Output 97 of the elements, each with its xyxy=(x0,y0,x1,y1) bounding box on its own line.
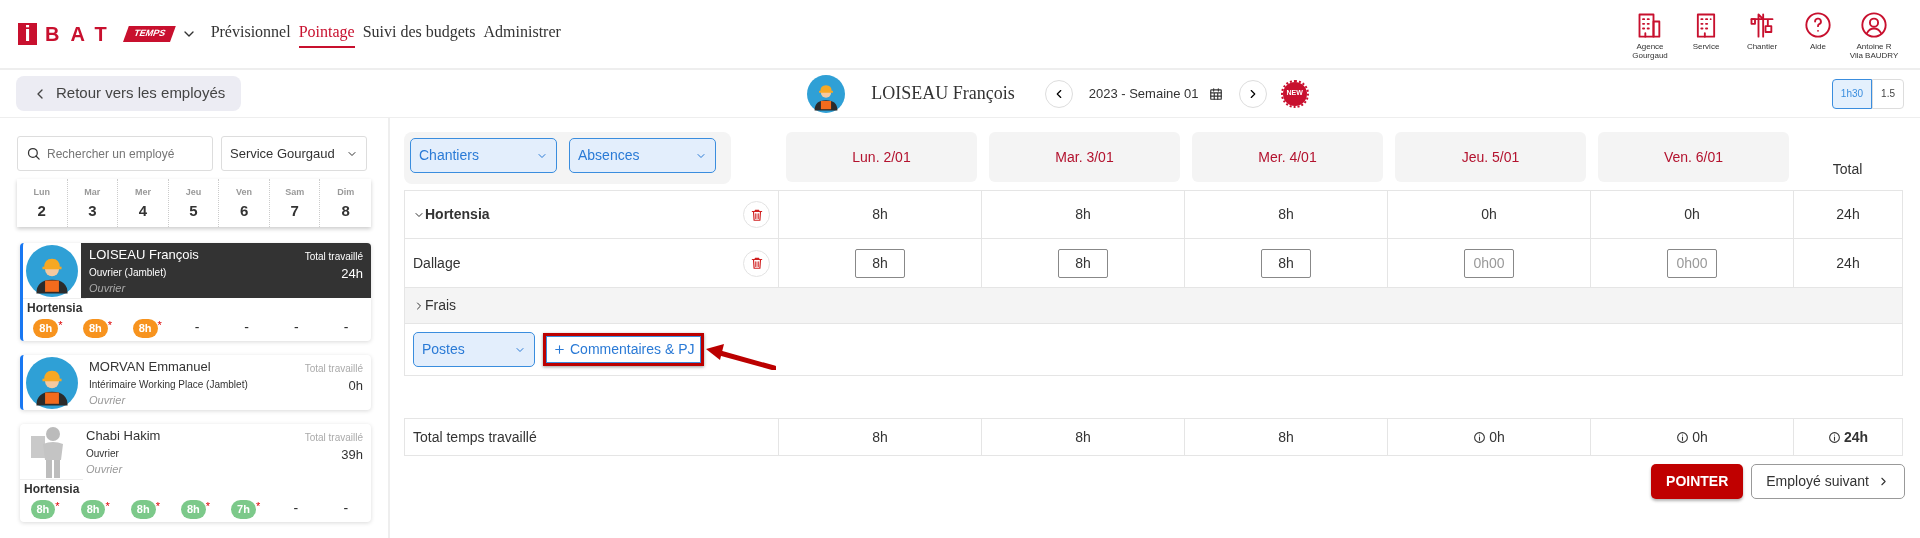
employee-card[interactable]: MORVAN Emmanuel Intérimaire Working Place (Jamblet) Ouvrier Total travaillé 0h xyxy=(20,355,371,410)
day-number: 3 xyxy=(87,200,98,221)
day-number: 4 xyxy=(137,200,149,221)
format-toggle[interactable]: 1.5 xyxy=(1872,78,1904,109)
site-name: Hortensia xyxy=(425,205,490,224)
shortcut-label[interactable]: Agence Gourgaud xyxy=(1622,43,1678,61)
hours-cell: 8h xyxy=(1184,190,1388,239)
asterisk-text: * xyxy=(105,500,110,512)
service-select[interactable]: Service Gourgaud xyxy=(221,136,367,171)
shortcut-label[interactable]: Aide xyxy=(1810,43,1826,52)
day-label: Sam xyxy=(284,186,306,199)
asterisk-text: * xyxy=(157,319,162,331)
empty-day: - xyxy=(343,500,349,516)
hours-input[interactable]: 8h xyxy=(1058,248,1108,278)
hours-input[interactable]: 0h00 xyxy=(1464,248,1514,278)
total-hours: 24h xyxy=(340,265,363,283)
nav-link[interactable]: Suivi des budgets xyxy=(362,20,476,48)
next-employee-button[interactable]: Employé suivant xyxy=(1751,464,1905,499)
employee-name: MORVAN Emmanuel xyxy=(89,358,212,376)
hours-input[interactable]: 8h xyxy=(1261,248,1311,278)
hours-cell: 8h xyxy=(778,190,982,239)
back-button[interactable]: Retour vers les employés xyxy=(16,76,242,111)
day-label: Jeu xyxy=(184,186,203,199)
asterisk-text: * xyxy=(58,319,63,331)
site-name: Hortensia xyxy=(23,298,87,317)
asterisk-text: * xyxy=(155,500,160,512)
day-number: 6 xyxy=(238,200,250,221)
day-label: Lun xyxy=(32,186,52,199)
hours-cell: 0h xyxy=(1590,190,1794,239)
site-name: Hortensia xyxy=(20,479,84,498)
shortcut-label[interactable]: Service xyxy=(1692,43,1720,52)
total-hours: 0h xyxy=(347,377,363,395)
hours-input[interactable]: 8h xyxy=(855,248,905,278)
shortcut-label[interactable]: Antoine R xyxy=(1856,43,1892,52)
hours-cell: 0h xyxy=(1387,190,1591,239)
empty-day: - xyxy=(194,319,200,335)
employee-role: Ouvrier (Jamblet) xyxy=(89,265,168,280)
search-field[interactable]: Rechercher un employé xyxy=(17,136,213,171)
comments-button[interactable]: Commentaires & PJ xyxy=(546,336,702,363)
hours-cell: 8h xyxy=(981,190,1185,239)
employee-name: LOISEAU François xyxy=(89,246,199,264)
total-label: Total travaillé xyxy=(304,250,363,264)
employee-role: Intérimaire Working Place (Jamblet) xyxy=(89,377,248,392)
day-header: Mar. 3/01 xyxy=(989,132,1180,182)
total-label: Total temps travaillé xyxy=(404,418,779,456)
total-cell: 24h xyxy=(1793,190,1903,239)
nav-link[interactable]: Pointage xyxy=(298,20,355,48)
day-number: 7 xyxy=(289,200,300,221)
empty-day: - xyxy=(343,319,349,335)
week-label: 2023 - Semaine 01 xyxy=(1088,84,1199,103)
day-label: Mer xyxy=(133,186,152,199)
day-header: Jeu. 5/01 xyxy=(1395,132,1586,182)
section-label: Frais xyxy=(425,296,457,315)
day-label: Dim xyxy=(336,186,356,199)
shortcut-label[interactable]: Chantier xyxy=(1746,43,1778,52)
asterisk-text: * xyxy=(255,500,261,512)
asterisk-text: * xyxy=(205,500,211,512)
day-label: Ven xyxy=(235,186,254,199)
total-label: Total travaillé xyxy=(304,431,363,445)
employee-category: Ouvrier xyxy=(89,280,127,296)
day-number: 5 xyxy=(188,200,199,221)
hours-cell: 8h xyxy=(778,418,982,456)
hours-value: 0h xyxy=(1489,428,1505,445)
hours-value: 0h xyxy=(1692,428,1708,445)
shortcut-sublabel: Vila BAUDRY xyxy=(1849,52,1899,61)
total-cell: 24h xyxy=(1793,238,1903,288)
hours-cell: 8h xyxy=(1184,418,1388,456)
employee-role: Ouvrier xyxy=(86,446,120,461)
hours-cell: 8h xyxy=(981,418,1185,456)
submit-button[interactable]: POINTER xyxy=(1651,464,1744,499)
total-label: Total travaillé xyxy=(304,362,363,376)
day-header: Mer. 4/01 xyxy=(1192,132,1383,182)
empty-day: - xyxy=(294,319,299,335)
empty-day: - xyxy=(244,319,250,335)
filter-dropdown[interactable]: Chantiers xyxy=(410,138,557,173)
empty-day: - xyxy=(293,500,299,516)
total-hours: 39h xyxy=(340,446,363,464)
day-label: Mar xyxy=(83,186,102,199)
nav-link[interactable]: Administrer xyxy=(483,20,561,48)
total-header: Total xyxy=(1831,160,1864,179)
task-name: Dallage xyxy=(413,253,461,273)
employee-name: Chabi Hakim xyxy=(86,427,161,445)
employee-category: Ouvrier xyxy=(86,461,124,477)
hours-value: 24h xyxy=(1843,428,1869,445)
hours-input[interactable]: 0h00 xyxy=(1667,248,1717,278)
app-logo[interactable]: i BAT TEMPS xyxy=(18,19,173,49)
asterisk-text: * xyxy=(107,319,113,331)
day-number: 2 xyxy=(36,200,47,221)
employee-name: LOISEAU François xyxy=(871,82,1015,105)
positions-dropdown[interactable]: Postes xyxy=(413,332,535,367)
employee-category: Ouvrier xyxy=(89,392,127,408)
day-number: 8 xyxy=(340,200,351,221)
day-header: Ven. 6/01 xyxy=(1598,132,1789,182)
asterisk-text: * xyxy=(55,500,60,512)
filter-dropdown[interactable]: Absences xyxy=(569,138,716,173)
nav-link[interactable]: Prévisionnel xyxy=(210,20,291,48)
day-header: Lun. 2/01 xyxy=(786,132,977,182)
